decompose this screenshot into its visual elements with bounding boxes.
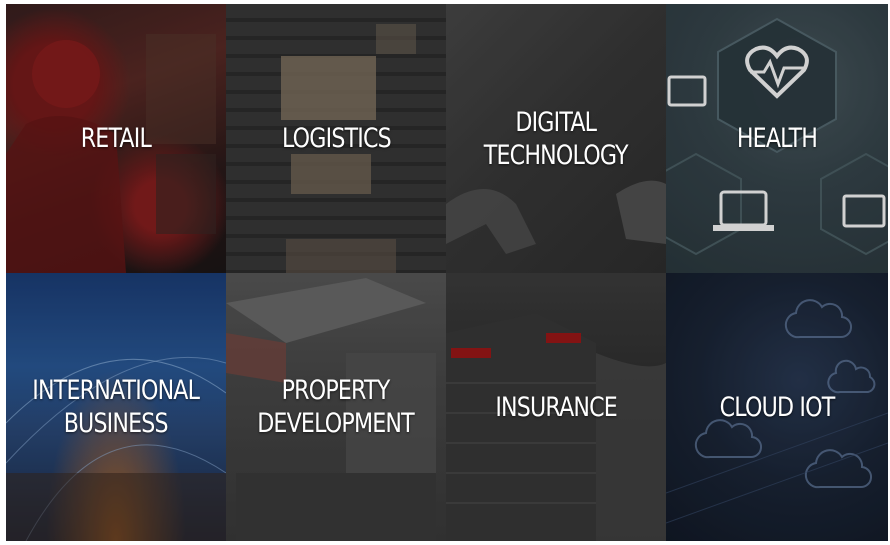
tile-label-health: HEALTH <box>736 123 818 154</box>
tile-label-retail: RETAIL <box>80 123 152 154</box>
tile-logistics[interactable]: LOGISTICS <box>226 4 446 273</box>
tile-property-development[interactable]: PROPERTY DEVELOPMENT <box>226 273 446 541</box>
business-category-grid: RETAIL LOGISTICS DIGITAL TECHNOLOGY HEAL… <box>6 4 888 541</box>
tile-cloud-iot[interactable]: CLOUD IOT <box>666 273 888 541</box>
tile-label-cloud-iot: CLOUD IOT <box>719 391 836 423</box>
tile-health[interactable]: HEALTH <box>666 4 888 273</box>
tile-international-business[interactable]: INTERNATIONAL BUSINESS <box>6 273 226 541</box>
tile-retail[interactable]: RETAIL <box>6 4 226 273</box>
tile-label-international-business: INTERNATIONAL BUSINESS <box>32 375 201 439</box>
tile-label-logistics: LOGISTICS <box>281 123 392 154</box>
tile-digital-technology[interactable]: DIGITAL TECHNOLOGY <box>446 4 666 273</box>
tile-label-property-development: PROPERTY DEVELOPMENT <box>257 375 415 439</box>
tile-insurance[interactable]: INSURANCE <box>446 273 666 541</box>
tile-label-insurance: INSURANCE <box>495 391 617 423</box>
tile-label-digital-technology: DIGITAL TECHNOLOGY <box>484 106 629 171</box>
